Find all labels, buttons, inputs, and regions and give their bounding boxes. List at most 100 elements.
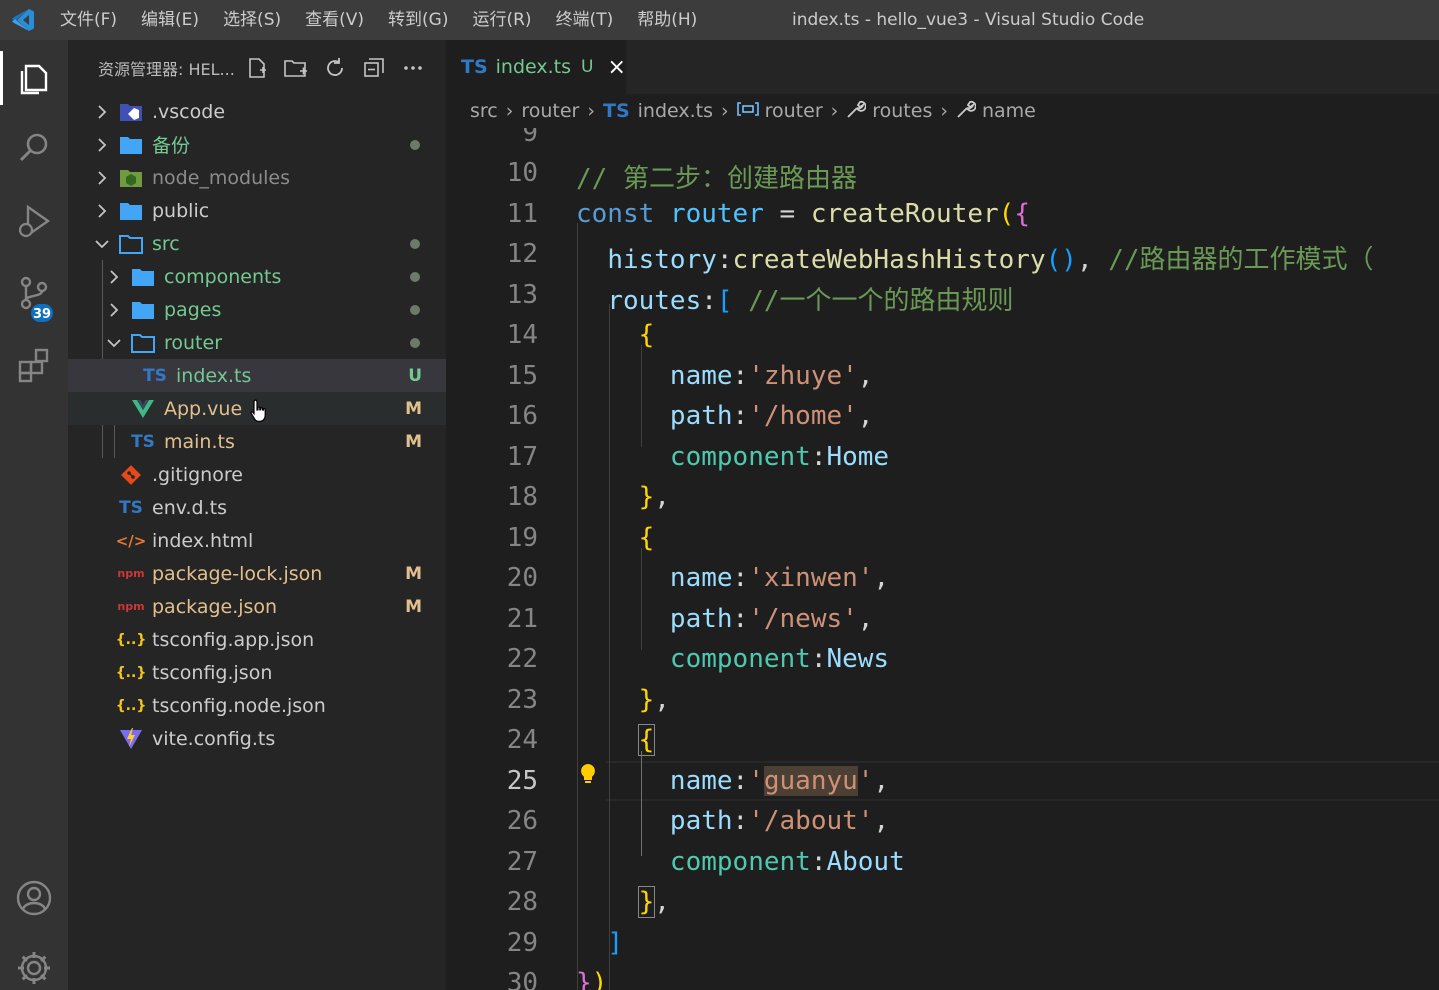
breadcrumb-src[interactable]: src › [470, 100, 521, 122]
chevron-right-icon: › [587, 100, 595, 122]
node-folder-icon [118, 166, 144, 190]
line-number: 21 [506, 604, 538, 634]
chevron-right-icon: › [505, 100, 514, 122]
new-file-icon[interactable] [243, 54, 270, 81]
breadcrumb-router-symbol[interactable]: router › [736, 100, 847, 122]
json-icon: {..} [115, 631, 147, 648]
menu-selection[interactable]: 选择(S) [211, 0, 293, 40]
modified-dot [410, 337, 420, 348]
breadcrumb-routes[interactable]: routes › [846, 99, 956, 124]
tree-item-src[interactable]: src [68, 227, 446, 260]
tree-item-label: pages [164, 298, 222, 321]
tree-item-components[interactable]: components [68, 260, 446, 293]
menu-edit[interactable]: 编辑(E) [129, 0, 211, 40]
chevron-right-icon: › [830, 100, 839, 122]
tree-item-pages[interactable]: pages [68, 293, 446, 326]
source-control-icon[interactable]: 39 [0, 258, 68, 328]
wrench-icon [956, 99, 977, 124]
modified-dot [410, 139, 420, 150]
line-number: 23 [506, 685, 538, 715]
breadcrumb-index-ts[interactable]: TS index.ts › [603, 100, 737, 122]
tree-item-gitignore[interactable]: .gitignore [68, 458, 446, 491]
tree-item-label: public [152, 199, 210, 222]
tree-item-tsconfig-json[interactable]: {..} tsconfig.json [68, 656, 446, 689]
menu-help[interactable]: 帮助(H) [625, 0, 709, 40]
tree-item-backup[interactable]: 备份 [68, 128, 446, 161]
tree-item-env-d-ts[interactable]: TS env.d.ts [68, 491, 446, 524]
code-line-15: name:'zhuye', [669, 361, 874, 391]
chevron-right-icon [94, 203, 110, 219]
breadcrumb-router-folder[interactable]: router › [521, 100, 603, 122]
run-debug-icon[interactable] [0, 186, 68, 256]
window-title: index.ts - hello_vue3 - Visual Studio Co… [792, 10, 1145, 30]
mouse-cursor-icon [249, 398, 269, 426]
menu-run[interactable]: 运行(R) [460, 0, 543, 40]
tree-item-node-modules[interactable]: node_modules [68, 161, 446, 194]
line-number: 18 [506, 482, 538, 512]
tree-item-label: 备份 [152, 135, 191, 157]
gear-icon[interactable] [0, 933, 68, 990]
tree-item-tsconfig-app-json[interactable]: {..} tsconfig.app.json [68, 623, 446, 656]
status-badge: U [408, 365, 422, 386]
line-number: 10 [506, 158, 538, 188]
extensions-icon[interactable] [0, 330, 68, 400]
folder-icon [118, 133, 144, 157]
tree-item-vite-config-ts[interactable]: vite.config.ts [68, 722, 446, 755]
vue-icon [130, 397, 156, 421]
menu-view[interactable]: 查看(V) [293, 0, 376, 40]
code-line-23: }, [638, 685, 670, 715]
refresh-icon[interactable] [321, 54, 348, 81]
code-line-22: component:News [669, 644, 890, 674]
tree-item-package-json[interactable]: npm package.json M [68, 590, 446, 623]
typescript-file-icon: TS [119, 497, 143, 518]
chevron-right-icon [106, 302, 122, 318]
tree-item-router[interactable]: router [68, 326, 446, 359]
tree-item-label: components [164, 265, 282, 288]
menu-bar: 文件(F) 编辑(E) 选择(S) 查看(V) 转到(G) 运行(R) 终端(T… [46, 0, 709, 40]
search-icon[interactable] [0, 113, 68, 183]
account-icon[interactable] [0, 863, 68, 933]
explorer-title: 资源管理器: HEL... [98, 59, 235, 79]
code-line-14: { [638, 320, 655, 350]
tree-item-vscode[interactable]: .vscode [68, 95, 446, 128]
menu-go[interactable]: 转到(G) [376, 0, 460, 40]
breadcrumb-name[interactable]: name [956, 99, 1036, 124]
code-line-17: component:Home [669, 442, 890, 472]
collapse-all-icon[interactable] [360, 54, 387, 81]
code-line-24: { [637, 724, 656, 756]
menu-terminal[interactable]: 终端(T) [544, 0, 626, 40]
editor-tab-bar: TS index.ts U × [446, 40, 1439, 94]
new-folder-icon[interactable] [282, 54, 309, 81]
line-number: 15 [506, 361, 538, 391]
tree-item-index-ts[interactable]: TS index.ts U [68, 359, 446, 392]
activity-bar: 39 [0, 40, 68, 990]
tree-item-package-lock-json[interactable]: npm package-lock.json M [68, 557, 446, 590]
tree-item-label: main.ts [164, 430, 235, 453]
line-number: 24 [506, 725, 538, 755]
folder-open-icon [130, 331, 156, 355]
tab-index-ts[interactable]: TS index.ts U × [446, 40, 626, 94]
chevron-right-icon [94, 170, 110, 186]
status-badge: M [405, 563, 422, 584]
tree-item-label: vite.config.ts [152, 727, 276, 750]
menu-file[interactable]: 文件(F) [46, 0, 129, 40]
tree-item-tsconfig-node-json[interactable]: {..} tsconfig.node.json [68, 689, 446, 722]
folder-open-icon [118, 232, 144, 256]
tree-item-main-ts[interactable]: TS main.ts M [68, 425, 446, 458]
explorer-icon[interactable] [0, 43, 68, 113]
explorer-sidebar: 资源管理器: HEL... .vscode 备份 node_modules pu… [68, 40, 446, 990]
line-number: 30 [506, 968, 538, 990]
tab-status: U [581, 57, 594, 77]
code-editor[interactable]: 9 10 11 12 13 14 15 16 17 18 19 20 21 22… [446, 128, 1439, 990]
more-actions-icon[interactable] [399, 54, 426, 81]
chevron-right-icon [106, 269, 122, 285]
tree-item-public[interactable]: public [68, 194, 446, 227]
tree-item-index-html[interactable]: </> index.html [68, 524, 446, 557]
title-bar: 文件(F) 编辑(E) 选择(S) 查看(V) 转到(G) 运行(R) 终端(T… [0, 0, 1439, 40]
scm-badge: 39 [29, 302, 55, 324]
code-line-11: const router = createRouter({ [576, 199, 1030, 229]
code-line-26: path:'/about', [669, 806, 890, 836]
code-line-12: history:createWebHashHistory(), //路由器的工作… [607, 245, 1374, 275]
close-icon[interactable]: × [607, 55, 625, 80]
vscode-logo-icon [0, 0, 46, 40]
